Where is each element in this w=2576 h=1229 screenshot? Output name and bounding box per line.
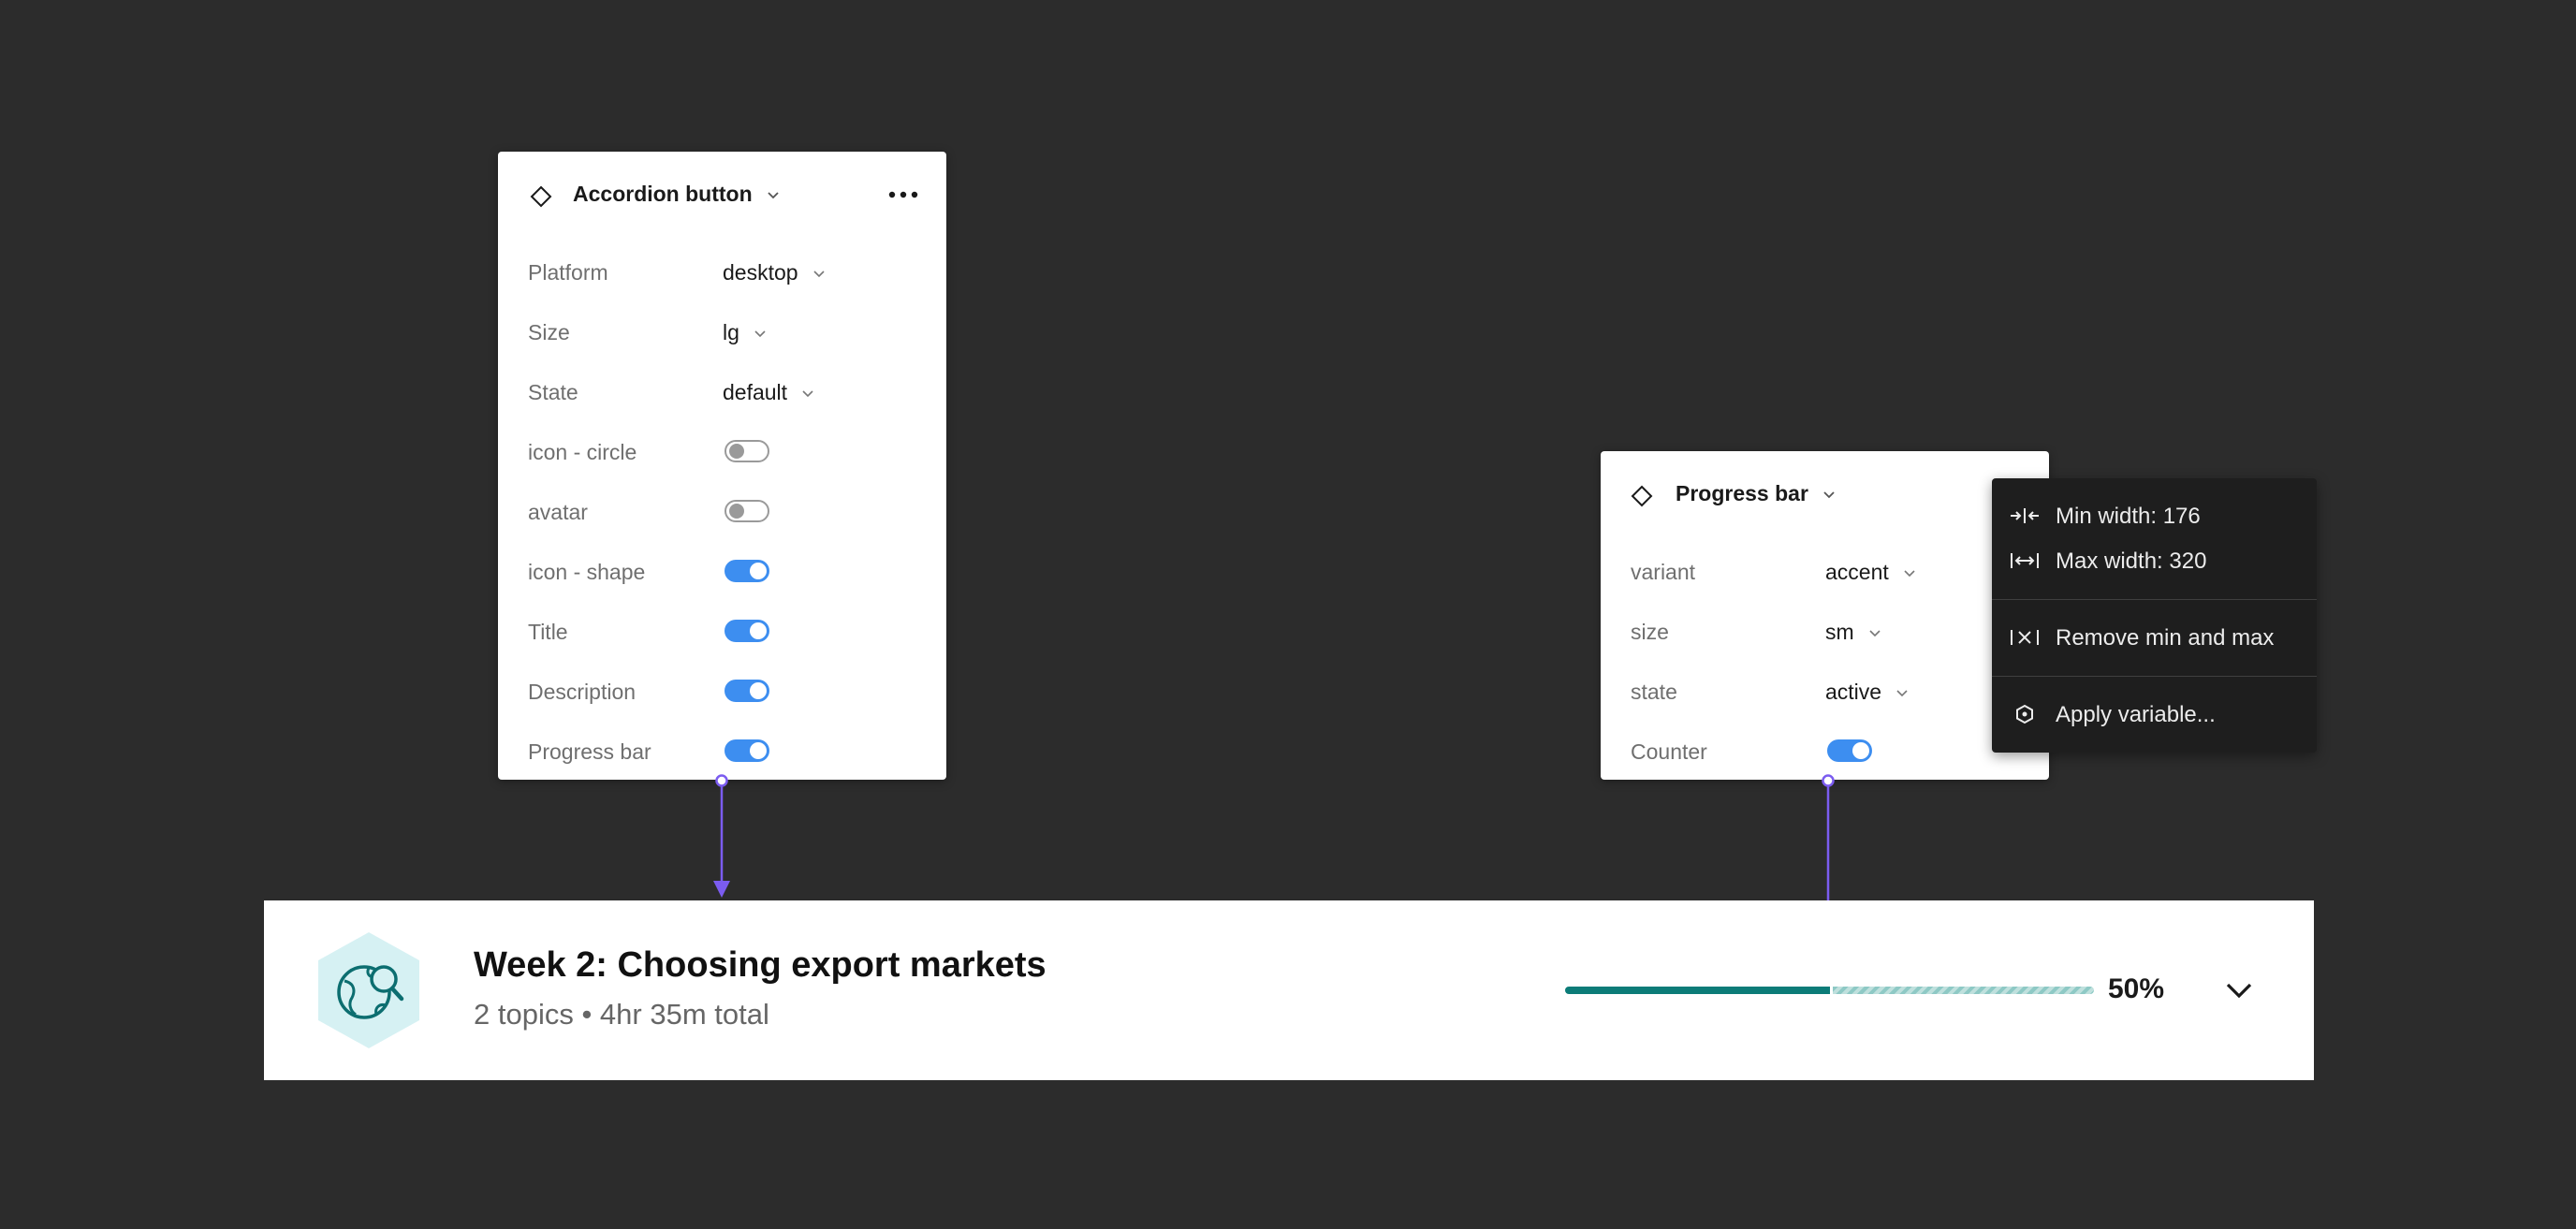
toggle-switch[interactable] bbox=[724, 620, 769, 642]
chevron-down-icon bbox=[1904, 569, 1915, 578]
property-row-variant: variant accent bbox=[1601, 541, 2049, 601]
property-row-size: size sm bbox=[1601, 601, 2049, 661]
component-name-dropdown[interactable]: Accordion button bbox=[573, 182, 779, 207]
toggle-label: icon - shape bbox=[528, 560, 646, 584]
chevron-down-icon bbox=[1896, 689, 1909, 698]
property-row-platform: Platform desktop bbox=[498, 241, 946, 301]
remove-constraints-icon bbox=[2009, 626, 2041, 649]
property-value-dropdown[interactable]: default bbox=[723, 380, 814, 405]
toggle-switch[interactable] bbox=[724, 560, 769, 582]
property-value-dropdown[interactable]: accent bbox=[1825, 560, 1915, 585]
progress-fill bbox=[1565, 987, 1830, 994]
variable-hexagon-icon bbox=[2009, 703, 2041, 725]
property-row-size: Size lg bbox=[498, 301, 946, 361]
component-name: Progress bar bbox=[1676, 481, 1808, 505]
chevron-down-icon bbox=[754, 329, 766, 339]
min-width-icon bbox=[2009, 505, 2041, 527]
menu-item-label: Max width: 320 bbox=[2056, 549, 2207, 574]
toggle-knob bbox=[750, 563, 767, 579]
width-context-menu: Min width: 176 Max width: 320 Remove min… bbox=[1992, 478, 2317, 753]
toggle-knob bbox=[750, 742, 767, 759]
chevron-down-icon bbox=[1869, 629, 1881, 638]
toggle-switch[interactable] bbox=[724, 500, 769, 522]
property-label: variant bbox=[1631, 560, 1696, 584]
toggle-label: icon - circle bbox=[528, 440, 637, 464]
globe-search-icon bbox=[313, 929, 425, 1052]
max-width-icon bbox=[2009, 549, 2041, 572]
toggle-label: Counter bbox=[1631, 739, 1707, 764]
property-value-dropdown[interactable]: desktop bbox=[723, 260, 825, 285]
menu-item-label: Min width: 176 bbox=[2056, 504, 2201, 529]
menu-item-apply-variable[interactable]: Apply variable... bbox=[1992, 692, 2317, 737]
toggle-knob bbox=[750, 622, 767, 639]
property-value: desktop bbox=[723, 260, 798, 285]
toggle-switch[interactable] bbox=[724, 680, 769, 702]
property-value-dropdown[interactable]: lg bbox=[723, 320, 766, 345]
chevron-down-icon bbox=[1823, 490, 1835, 500]
chevron-down-icon bbox=[768, 191, 779, 200]
menu-item-max-width[interactable]: Max width: 320 bbox=[1992, 538, 2317, 583]
property-value: sm bbox=[1825, 620, 1854, 644]
property-value-dropdown[interactable]: sm bbox=[1825, 620, 1881, 645]
property-label: Platform bbox=[528, 260, 608, 285]
toggle-knob bbox=[1852, 742, 1869, 759]
accordion-description: 2 topics • 4hr 35m total bbox=[474, 998, 769, 1031]
toggle-switch[interactable] bbox=[724, 440, 769, 462]
menu-item-label: Remove min and max bbox=[2056, 625, 2275, 651]
toggle-row-icon-shape: icon - shape bbox=[498, 541, 946, 601]
progress-bar bbox=[1565, 987, 2094, 994]
menu-item-remove-min-max[interactable]: Remove min and max bbox=[1992, 615, 2317, 660]
toggle-switch[interactable] bbox=[724, 739, 769, 762]
toggle-row-avatar: avatar bbox=[498, 481, 946, 541]
property-label: state bbox=[1631, 680, 1677, 704]
progress-bar-properties-panel: Progress bar variant accent size sm stat… bbox=[1601, 451, 2049, 780]
chevron-down-icon bbox=[813, 270, 825, 279]
property-label: Size bbox=[528, 320, 570, 344]
toggle-label: Description bbox=[528, 680, 637, 704]
toggle-knob bbox=[729, 504, 744, 519]
panel-header: Accordion button bbox=[498, 152, 946, 241]
menu-divider bbox=[1992, 676, 2317, 677]
accordion-button[interactable]: Week 2: Choosing export markets 2 topics… bbox=[264, 900, 2314, 1080]
toggle-knob bbox=[750, 682, 767, 699]
component-diamond-icon bbox=[530, 185, 552, 208]
property-label: State bbox=[528, 380, 578, 404]
toggle-row-icon-circle: icon - circle bbox=[498, 421, 946, 481]
property-label: size bbox=[1631, 620, 1669, 644]
component-name: Accordion button bbox=[573, 182, 753, 206]
menu-divider bbox=[1992, 599, 2317, 600]
component-name-dropdown[interactable]: Progress bar bbox=[1676, 481, 1835, 506]
property-value: default bbox=[723, 380, 788, 404]
property-row-state: State default bbox=[498, 361, 946, 421]
property-value: lg bbox=[723, 320, 739, 344]
progress-counter: 50% bbox=[2108, 973, 2165, 1004]
toggle-knob bbox=[729, 444, 744, 459]
property-value: active bbox=[1825, 680, 1882, 704]
property-value-dropdown[interactable]: active bbox=[1825, 680, 1909, 705]
toggle-row-title: Title bbox=[498, 601, 946, 661]
menu-item-min-width[interactable]: Min width: 176 bbox=[1992, 493, 2317, 538]
accordion-button-properties-panel: Accordion button Platform desktop Size l… bbox=[498, 152, 946, 780]
toggle-switch[interactable] bbox=[1827, 739, 1872, 762]
more-options-icon[interactable] bbox=[886, 183, 920, 206]
connector-arrow-accordion bbox=[713, 774, 730, 898]
chevron-down-icon bbox=[802, 389, 814, 399]
toggle-row-description: Description bbox=[498, 661, 946, 721]
chevron-down-icon[interactable] bbox=[2222, 973, 2256, 1007]
menu-item-label: Apply variable... bbox=[2056, 702, 2216, 727]
progress-remaining bbox=[1833, 987, 2094, 994]
property-value: accent bbox=[1825, 560, 1889, 584]
property-row-state: state active bbox=[1601, 661, 2049, 721]
panel-header: Progress bar bbox=[1601, 451, 2049, 541]
toggle-label: Progress bar bbox=[528, 739, 651, 764]
toggle-label: Title bbox=[528, 620, 568, 644]
component-diamond-icon bbox=[1631, 485, 1653, 507]
toggle-label: avatar bbox=[528, 500, 588, 524]
accordion-title: Week 2: Choosing export markets bbox=[474, 945, 1046, 985]
